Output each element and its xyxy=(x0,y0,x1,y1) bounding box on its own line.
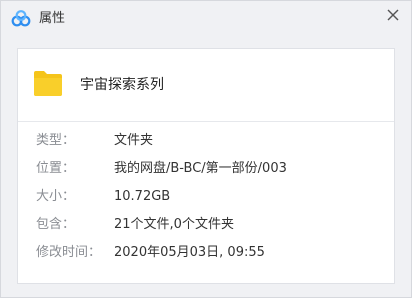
property-label: 大小： xyxy=(36,189,76,204)
property-row-size: 大小： 10.72GB xyxy=(18,187,394,207)
property-row-location: 位置： 我的网盘/B-BC/第一部份/003 xyxy=(18,159,394,179)
baidu-netdisk-cloud-icon xyxy=(11,10,31,28)
title-bar[interactable]: 属性 xyxy=(1,1,411,37)
property-value: 我的网盘/B-BC/第一部份/003 xyxy=(114,161,287,176)
properties-panel: 宇宙探索系列 类型： 文件夹 位置： 我的网盘/B-BC/第一部份/003 大小… xyxy=(17,48,395,284)
property-value: 21个文件,0个文件夹 xyxy=(114,217,234,232)
close-icon xyxy=(387,9,399,21)
property-label: 修改时间： xyxy=(36,245,102,260)
dialog-title: 属性 xyxy=(39,11,66,26)
properties-dialog: 属性 宇宙探索系列 类型： 文件夹 位置： 我的网盘/B-BC/第一部份/003… xyxy=(0,0,412,298)
folder-icon xyxy=(32,68,64,98)
property-value: 10.72GB xyxy=(114,189,171,204)
property-label: 类型： xyxy=(36,133,76,148)
divider xyxy=(18,121,394,122)
property-row-contains: 包含： 21个文件,0个文件夹 xyxy=(18,215,394,235)
property-label: 位置： xyxy=(36,161,76,176)
property-label: 包含： xyxy=(36,217,76,232)
item-name: 宇宙探索系列 xyxy=(80,77,164,93)
item-header: 宇宙探索系列 xyxy=(18,49,394,121)
property-row-modified: 修改时间： 2020年05月03日, 09:55 xyxy=(18,243,394,263)
close-button[interactable] xyxy=(383,5,403,25)
property-row-type: 类型： 文件夹 xyxy=(18,131,394,151)
property-value: 2020年05月03日, 09:55 xyxy=(114,245,265,260)
property-value: 文件夹 xyxy=(114,133,154,148)
